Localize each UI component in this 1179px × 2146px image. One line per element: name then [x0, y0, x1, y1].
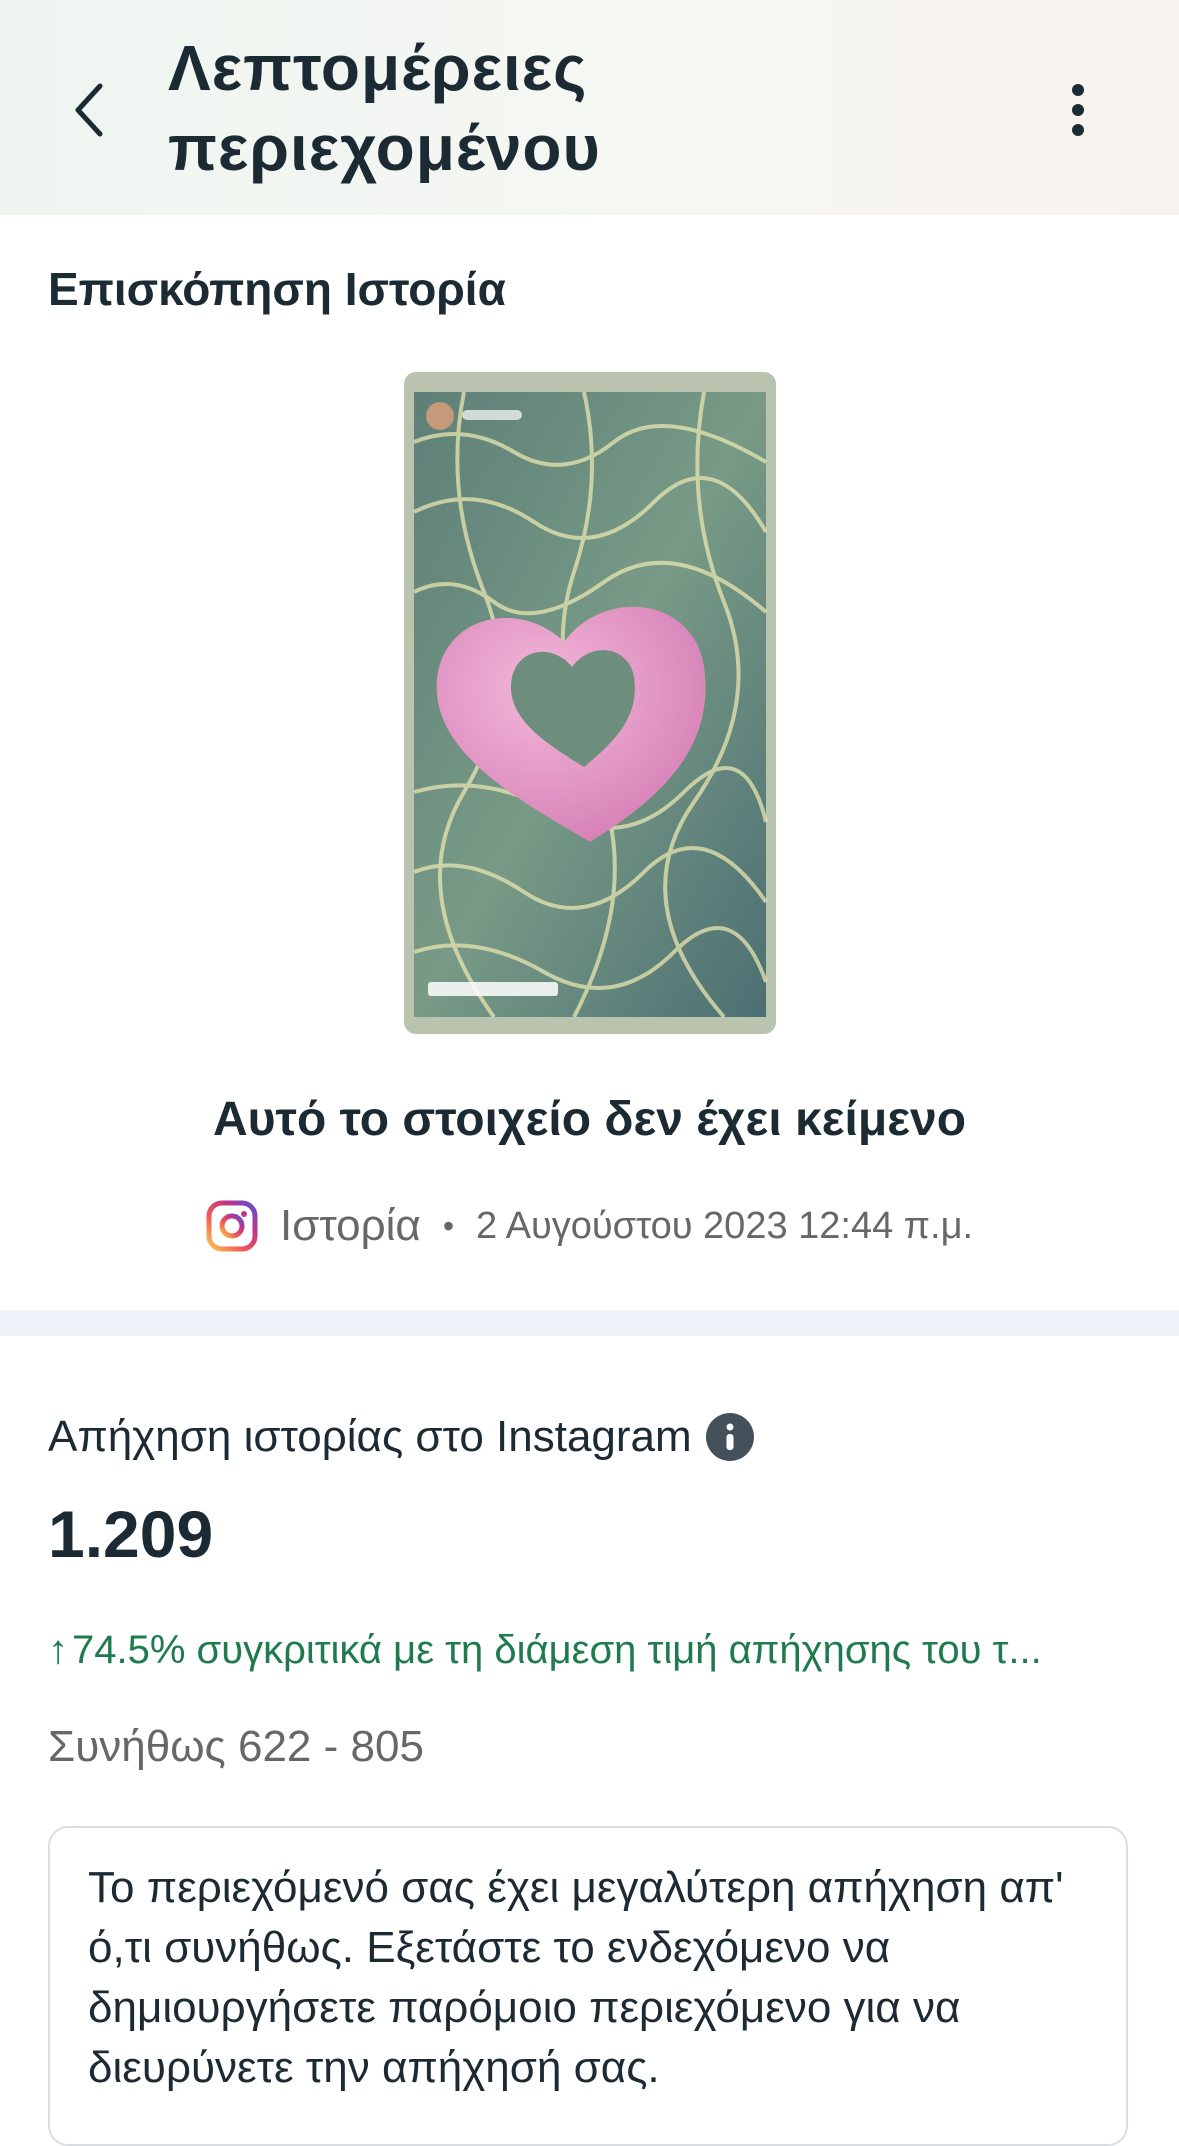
more-vertical-icon: [1071, 84, 1084, 136]
separator-dot: •: [442, 1207, 455, 1244]
page-title: Λεπτομέρειες περιεχομένου: [168, 32, 601, 184]
reach-comparison: ↑ 74.5% συγκριτικά με τη διάμεση τιμή απή…: [48, 1628, 1148, 1673]
story-preview-image[interactable]: [404, 372, 776, 1034]
arrow-up-icon: ↑: [48, 1628, 68, 1672]
no-caption-label: Αυτό το στοιχείο δεν έχει κείμενο: [212, 1093, 967, 1146]
reach-value: 1.209: [48, 1497, 214, 1571]
instagram-icon: [206, 1200, 258, 1252]
chevron-left-icon: [75, 83, 103, 137]
usual-range: Συνήθως 622 - 805: [48, 1722, 424, 1771]
preview-section-title: Επισκόπηση Ιστορία: [48, 263, 506, 315]
reach-label-text: Απήχηση ιστορίας στο Instagram: [48, 1412, 692, 1461]
reach-metric-label: Απήχηση ιστορίας στο Instagram: [48, 1412, 754, 1462]
more-options-button[interactable]: [1050, 70, 1105, 150]
info-icon[interactable]: [705, 1413, 754, 1461]
post-meta: Ιστορία • 2 Αυγούστου 2023 12:44 π.μ.: [0, 1200, 1179, 1252]
top-app-bar: Λεπτομέρειες περιεχομένου: [0, 0, 1179, 215]
insight-text: Το περιεχόμενό σας έχει μεγαλύτερη απήχη…: [88, 1863, 1064, 2092]
back-button[interactable]: [55, 70, 125, 150]
comparison-text: 74.5% συγκριτικά με τη διάμεση τιμή απήχ…: [72, 1628, 1042, 1672]
post-date: 2 Αυγούστου 2023 12:44 π.μ.: [476, 1204, 974, 1247]
section-divider: [0, 1310, 1179, 1336]
platform-label: Ιστορία: [279, 1201, 421, 1250]
insight-card: Το περιεχόμενό σας έχει μεγαλύτερη απήχη…: [48, 1826, 1128, 2146]
